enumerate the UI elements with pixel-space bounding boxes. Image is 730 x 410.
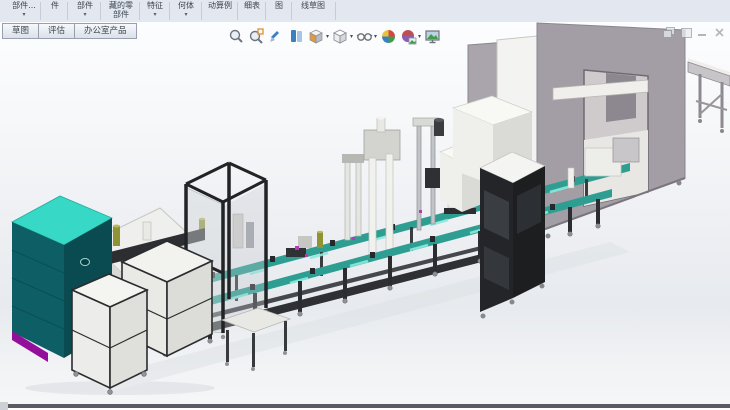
cad-model-3d-view[interactable]: [0, 0, 730, 410]
dropdown-arrow-icon[interactable]: ▾: [326, 33, 329, 40]
dropdown-arrow-icon[interactable]: ▾: [374, 33, 377, 40]
tab-sketch[interactable]: 草图: [2, 23, 39, 39]
view-settings-icon[interactable]: [424, 28, 441, 45]
window-restore-icon[interactable]: [663, 27, 675, 38]
commandmanager-tabs: 草图 评估 办公室产品: [2, 23, 137, 39]
status-corner-chip: [0, 402, 8, 410]
solidworks-window: 部件... ▾ 件 部件 ▾ 藏的零 部件 特征 ▾ 何体 ▾ 动算例 细表 图: [0, 0, 730, 410]
station-tall-posts-mid[interactable]: [342, 154, 364, 240]
exit-conveyor[interactable]: [688, 58, 730, 133]
status-bar: [8, 404, 730, 408]
graphics-viewport[interactable]: ▾ ▾ ▾ ▾: [0, 22, 730, 404]
black-control-cabinet[interactable]: [480, 152, 545, 319]
document-window-controls: [663, 27, 726, 38]
previous-view-icon[interactable]: [268, 28, 285, 45]
section-view-icon[interactable]: [288, 28, 305, 45]
display-style-icon[interactable]: [332, 28, 349, 45]
dropdown-arrow-icon[interactable]: ▾: [350, 33, 353, 40]
hide-show-items-icon[interactable]: [356, 28, 373, 45]
zoom-to-area-icon[interactable]: [248, 28, 265, 45]
window-maximize-icon[interactable]: [680, 27, 692, 38]
view-orientation-icon[interactable]: [308, 28, 325, 45]
apply-scene-icon[interactable]: [400, 28, 417, 45]
edit-appearance-icon[interactable]: [380, 28, 397, 45]
tab-office-products[interactable]: 办公室产品: [74, 23, 137, 39]
heads-up-view-toolbar: ▾ ▾ ▾ ▾: [226, 28, 442, 45]
dropdown-arrow-icon[interactable]: ▾: [418, 33, 421, 40]
tab-evaluate[interactable]: 评估: [38, 23, 75, 39]
zoom-to-fit-icon[interactable]: [228, 28, 245, 45]
window-close-icon[interactable]: [714, 27, 726, 38]
window-minimize-icon[interactable]: [697, 27, 709, 38]
